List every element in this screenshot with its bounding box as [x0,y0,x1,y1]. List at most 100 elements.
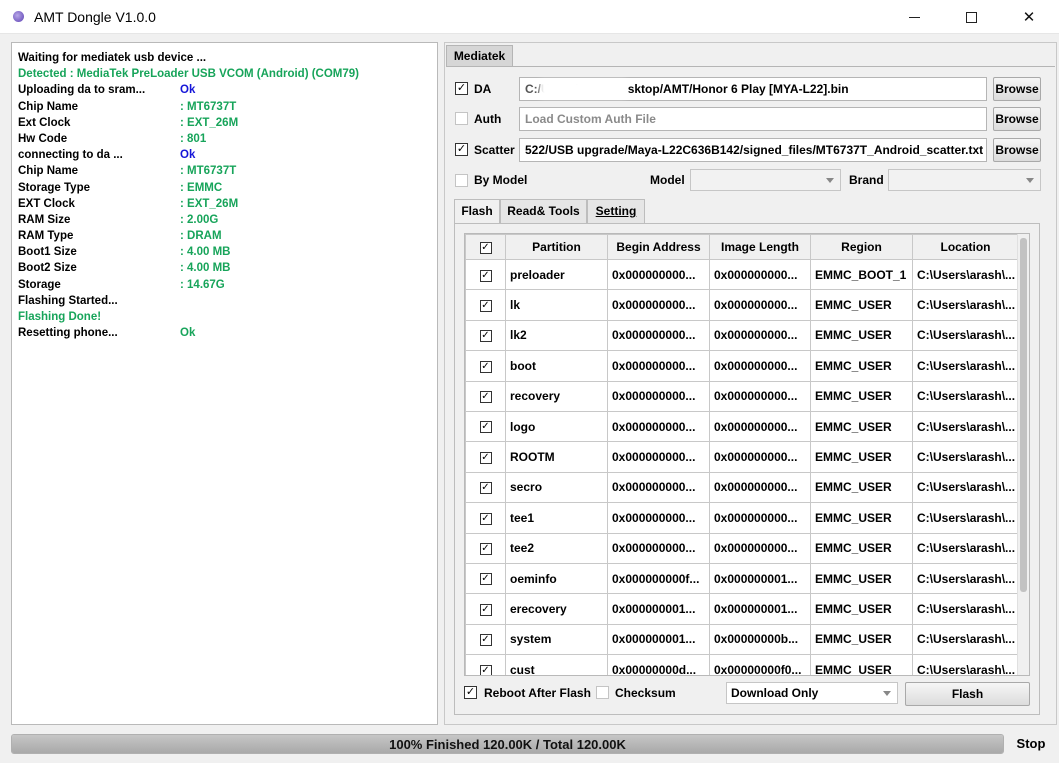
log-line: Boot2 Size: 4.00 MB [18,260,431,276]
table-row[interactable]: ✓ preloader 0x000000000... 0x000000000... EM… [465,258,1019,291]
partition-cell: logo [505,410,608,443]
checksum-checkbox[interactable] [596,686,609,699]
log-panel[interactable]: Waiting for mediatek usb device ... Detec… [11,42,438,725]
scrollbar-thumb[interactable] [1020,238,1027,592]
log-value: : EXT_26M [180,197,239,210]
tab-setting[interactable]: Setting [587,199,645,223]
table-row[interactable]: ✓ cust 0x00000000d... 0x00000000f0... EMMC_U… [465,654,1019,675]
log-label: Resetting phone... [18,327,118,340]
location-cell: C:\Users\arash\... [912,532,1019,564]
row-checkbox-cell[interactable]: ✓ [465,623,506,656]
brand-dropdown[interactable] [888,169,1041,191]
scatter-checkbox[interactable]: ✓ [455,143,468,156]
tab-flash[interactable]: Flash [454,199,500,224]
by-model-checkbox[interactable] [455,174,468,187]
select-all-header[interactable]: ✓ [465,234,506,260]
auth-browse-button[interactable]: Browse [993,107,1041,131]
log-line: RAM Type: DRAM [18,228,431,244]
row-checkbox[interactable]: ✓ [479,482,492,495]
row-checkbox[interactable]: ✓ [479,330,492,343]
header-image-length[interactable]: Image Length [709,234,811,260]
da-label: DA [474,82,492,96]
log-line: Ext Clock: EXT_26M [18,115,431,131]
table-scrollbar[interactable] [1017,234,1029,675]
row-checkbox[interactable]: ✓ [479,421,492,434]
row-checkbox-cell[interactable]: ✓ [465,562,506,595]
row-checkbox[interactable]: ✓ [479,664,492,675]
log-label: Detected : MediaTek PreLoader USB VCOM (… [18,68,359,81]
row-checkbox-cell[interactable]: ✓ [465,654,506,675]
row-checkbox[interactable]: ✓ [479,543,492,556]
header-begin-address[interactable]: Begin Address [607,234,710,260]
row-checkbox[interactable]: ✓ [479,269,492,282]
row-checkbox[interactable]: ✓ [479,634,492,647]
table-row[interactable]: ✓ erecovery 0x000000001... 0x000000001... EM… [465,593,1019,625]
row-checkbox-cell[interactable]: ✓ [465,258,506,291]
minimize-icon [908,16,920,18]
close-button[interactable]: ✕ [1006,0,1052,34]
maximize-button[interactable] [948,0,994,34]
table-row[interactable]: ✓ oeminfo 0x000000000f... 0x000000001... EMM… [465,562,1019,595]
table-row[interactable]: ✓ boot 0x000000000... 0x000000000... EMMC_US… [465,350,1019,382]
flash-mode-dropdown[interactable]: Download Only [726,682,898,704]
table-row[interactable]: ✓ recovery 0x000000000... 0x000000000... EMM… [465,380,1019,412]
log-value: : EMMC [180,181,223,194]
log-line: Boot1 Size: 4.00 MB [18,244,431,260]
da-checkbox[interactable]: ✓ [455,82,468,95]
table-row[interactable]: ✓ tee2 0x000000000... 0x000000000... EMMC_US… [465,532,1019,564]
log-line: EXT Clock: EXT_26M [18,196,431,212]
select-all-checkbox[interactable]: ✓ [479,241,492,254]
table-row[interactable]: ✓ secro 0x000000000... 0x000000000... EMMC_U… [465,471,1019,504]
row-checkbox[interactable]: ✓ [479,360,492,373]
tab-mediatek[interactable]: Mediatek [446,45,513,67]
row-checkbox[interactable]: ✓ [479,299,492,312]
row-checkbox-cell[interactable]: ✓ [465,532,506,564]
row-checkbox-cell[interactable]: ✓ [465,502,506,534]
row-checkbox[interactable]: ✓ [479,603,492,616]
da-browse-button[interactable]: Browse [993,77,1041,101]
auth-file-field[interactable]: Load Custom Auth File [519,107,987,131]
by-model-label: By Model [474,173,528,187]
table-row[interactable]: ✓ logo 0x000000000... 0x000000000... EMMC_US… [465,410,1019,443]
model-dropdown[interactable] [690,169,841,191]
row-checkbox-cell[interactable]: ✓ [465,410,506,443]
partition-cell: preloader [505,258,608,291]
begin-address-cell: 0x000000000... [607,502,710,534]
log-value: Ok [180,327,196,340]
row-checkbox-cell[interactable]: ✓ [465,350,506,382]
tab-read-tools[interactable]: Read& Tools [500,199,587,223]
row-checkbox-cell[interactable]: ✓ [465,319,506,352]
partition-cell: lk [505,289,608,321]
row-checkbox[interactable]: ✓ [479,451,492,464]
table-row[interactable]: ✓ lk 0x000000000... 0x000000000... EMMC_USER… [465,289,1019,321]
row-checkbox[interactable]: ✓ [479,512,492,525]
stop-button[interactable]: Stop [1009,734,1053,754]
table-row[interactable]: ✓ ROOTM 0x000000000... 0x000000000... EMMC_U… [465,441,1019,473]
partition-table[interactable]: ✓ Partition Begin Address Image Length R… [464,233,1030,676]
log-line: Flashing Started... [18,293,431,309]
flash-button[interactable]: Flash [905,682,1030,706]
row-checkbox-cell[interactable]: ✓ [465,471,506,504]
location-cell: C:\Users\arash\... [912,410,1019,443]
row-checkbox-cell[interactable]: ✓ [465,289,506,321]
table-row[interactable]: ✓ tee1 0x000000000... 0x000000000... EMMC_US… [465,502,1019,534]
row-checkbox-cell[interactable]: ✓ [465,380,506,412]
log-line: Resetting phone... Ok [18,325,431,341]
reboot-after-flash-checkbox[interactable]: ✓ [464,686,477,699]
image-length-cell: 0x000000000... [709,380,811,412]
row-checkbox-cell[interactable]: ✓ [465,441,506,473]
begin-address-cell: 0x000000000... [607,532,710,564]
log-line: Storage: 14.67G [18,277,431,293]
scatter-path-field[interactable]: 522/USB upgrade/Maya-L22C636B142/signed_… [519,138,987,162]
minimize-button[interactable] [891,0,937,34]
header-region[interactable]: Region [810,234,913,260]
table-row[interactable]: ✓ system 0x000000001... 0x00000000b... EMMC_… [465,623,1019,656]
row-checkbox[interactable]: ✓ [479,391,492,404]
row-checkbox[interactable]: ✓ [479,573,492,586]
scatter-browse-button[interactable]: Browse [993,138,1041,162]
header-partition[interactable]: Partition [505,234,608,260]
header-location[interactable]: Location [912,234,1019,260]
auth-checkbox[interactable] [455,112,468,125]
row-checkbox-cell[interactable]: ✓ [465,593,506,625]
table-row[interactable]: ✓ lk2 0x000000000... 0x000000000... EMMC_USE… [465,319,1019,352]
